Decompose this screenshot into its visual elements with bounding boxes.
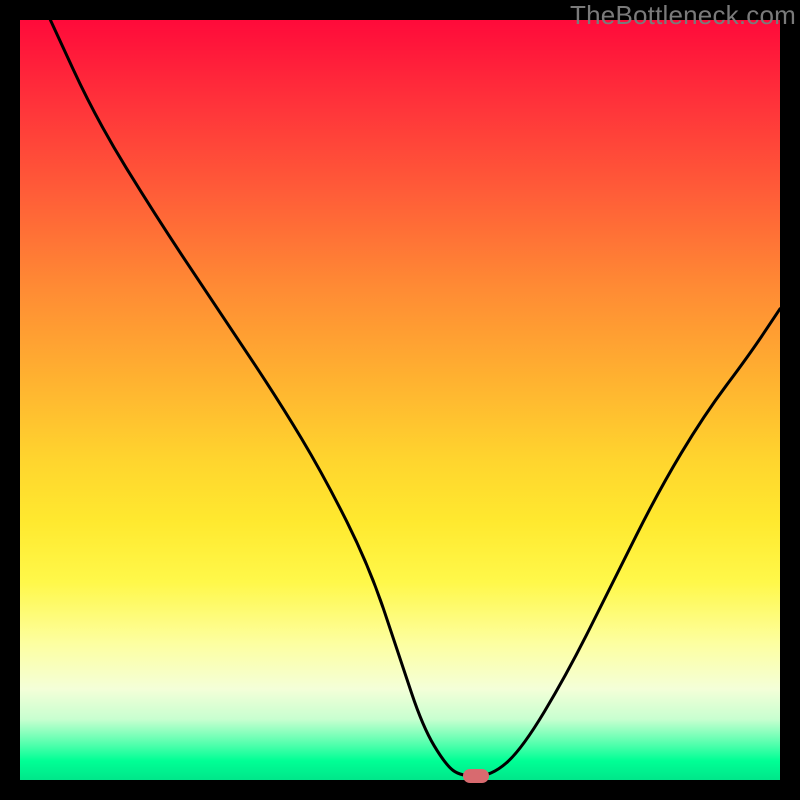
plot-area [20,20,780,780]
bottleneck-curve [20,20,780,780]
watermark-text: TheBottleneck.com [570,0,796,31]
chart-frame: TheBottleneck.com [0,0,800,800]
minimum-marker [463,769,489,783]
